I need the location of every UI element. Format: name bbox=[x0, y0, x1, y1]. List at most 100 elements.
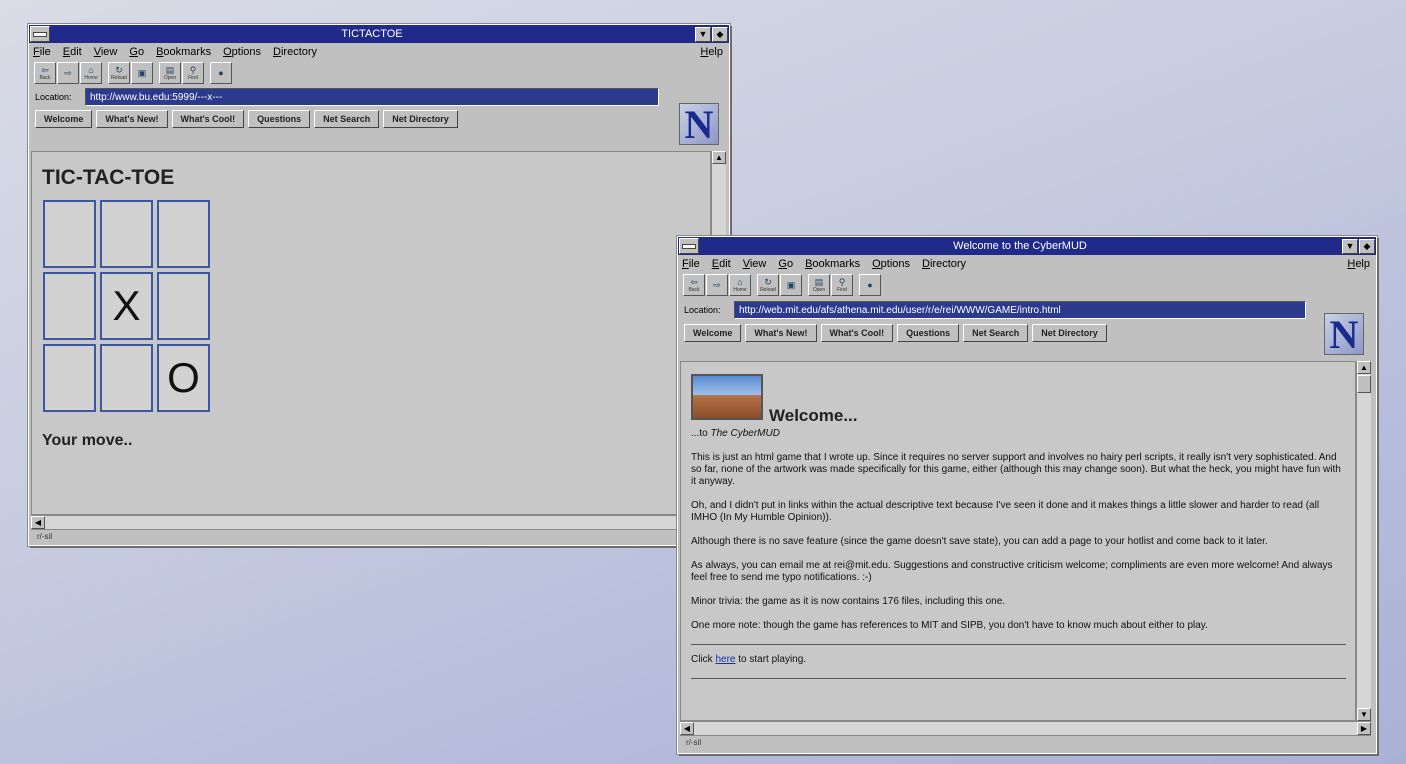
forward-button[interactable]: ⇨ bbox=[706, 274, 728, 296]
images-icon: ▣ bbox=[137, 67, 147, 78]
divider bbox=[691, 644, 1346, 646]
menu-go[interactable]: Go bbox=[778, 258, 793, 270]
board-cell[interactable] bbox=[43, 272, 96, 340]
questions-button[interactable]: Questions bbox=[248, 110, 311, 128]
menu-file[interactable]: File bbox=[682, 258, 700, 270]
scroll-down-arrow[interactable]: ▼ bbox=[1357, 708, 1371, 721]
board-cell[interactable] bbox=[157, 200, 210, 268]
menu-view[interactable]: View bbox=[743, 258, 767, 270]
system-menu-button[interactable] bbox=[679, 238, 699, 254]
reload-label: Reload bbox=[111, 74, 127, 81]
horizontal-scrollbar[interactable]: ◀ ▶ bbox=[680, 721, 1371, 735]
stop-button[interactable]: ● bbox=[859, 274, 881, 296]
vertical-scrollbar[interactable]: ▲ ▼ bbox=[1356, 361, 1371, 721]
net-directory-button[interactable]: Net Directory bbox=[383, 110, 458, 128]
maximize-button[interactable]: ◆ bbox=[712, 26, 728, 42]
back-button[interactable]: ⇦ Back bbox=[34, 62, 56, 84]
title-bar[interactable]: Welcome to the CyberMUD ▼ ◆ bbox=[678, 237, 1376, 255]
whats-new-button[interactable]: What's New! bbox=[745, 324, 817, 342]
whats-cool-button[interactable]: What's Cool! bbox=[820, 324, 894, 342]
open-label: Open bbox=[163, 74, 177, 81]
forward-icon: ⇨ bbox=[64, 67, 72, 78]
scroll-thumb[interactable] bbox=[1357, 375, 1371, 393]
open-label: Open bbox=[812, 286, 826, 293]
find-button[interactable]: ⚲ Find bbox=[182, 62, 204, 84]
scroll-left-arrow[interactable]: ◀ bbox=[31, 516, 45, 529]
netscape-logo[interactable]: N bbox=[1324, 312, 1364, 357]
board-cell[interactable] bbox=[43, 200, 96, 268]
menu-go[interactable]: Go bbox=[129, 46, 144, 58]
menu-edit[interactable]: Edit bbox=[63, 46, 82, 58]
menu-bar: File Edit View Go Bookmarks Options Dire… bbox=[678, 255, 1376, 272]
menu-options[interactable]: Options bbox=[872, 258, 910, 270]
reload-label: Reload bbox=[760, 286, 776, 293]
menu-options[interactable]: Options bbox=[223, 46, 261, 58]
paragraph: Oh, and I didn't put in links within the… bbox=[691, 500, 1320, 523]
location-field[interactable]: http://web.mit.edu/afs/athena.mit.edu/us… bbox=[734, 301, 1306, 319]
net-search-button[interactable]: Net Search bbox=[314, 110, 380, 128]
title-bar[interactable]: TICTACTOE ▼ ◆ bbox=[29, 25, 729, 43]
click-suffix: to start playing. bbox=[738, 654, 807, 665]
back-label: Back bbox=[688, 286, 700, 293]
back-icon: ⇦ bbox=[41, 64, 49, 75]
reload-icon: ↻ bbox=[764, 276, 772, 287]
forward-button[interactable]: ⇨ bbox=[57, 62, 79, 84]
board-cell[interactable] bbox=[157, 272, 210, 340]
welcome-button[interactable]: Welcome bbox=[35, 110, 93, 128]
whats-new-button[interactable]: What's New! bbox=[96, 110, 168, 128]
open-button[interactable]: ▤ Open bbox=[808, 274, 830, 296]
board-cell[interactable] bbox=[100, 200, 153, 268]
netscape-logo[interactable]: N bbox=[679, 102, 719, 147]
board-cell[interactable] bbox=[43, 344, 96, 412]
images-button[interactable]: ▣ bbox=[131, 62, 153, 84]
menu-help[interactable]: Help bbox=[700, 46, 723, 58]
scroll-up-arrow[interactable]: ▲ bbox=[712, 151, 726, 164]
scroll-up-arrow[interactable]: ▲ bbox=[1357, 361, 1371, 374]
paragraph: Although there is no save feature (since… bbox=[691, 536, 1268, 547]
board-cell[interactable]: O bbox=[157, 344, 210, 412]
start-playing-link[interactable]: here bbox=[715, 654, 735, 665]
minimize-button[interactable]: ▼ bbox=[1342, 238, 1358, 254]
paragraph: This is just an html game that I wrote u… bbox=[691, 452, 1341, 487]
window-title: TICTACTOE bbox=[341, 28, 403, 40]
scroll-right-arrow[interactable]: ▶ bbox=[1357, 722, 1371, 735]
page-content: TIC-TAC-TOE X O Your move.. bbox=[31, 151, 711, 515]
scroll-left-arrow[interactable]: ◀ bbox=[680, 722, 694, 735]
open-button[interactable]: ▤ Open bbox=[159, 62, 181, 84]
whats-cool-button[interactable]: What's Cool! bbox=[171, 110, 245, 128]
menu-file[interactable]: File bbox=[33, 46, 51, 58]
home-button[interactable]: ⌂ Home bbox=[729, 274, 751, 296]
find-label: Find bbox=[837, 286, 847, 293]
intro-prefix: ...to bbox=[691, 428, 708, 439]
reload-button[interactable]: ↻ Reload bbox=[108, 62, 130, 84]
reload-button[interactable]: ↻ Reload bbox=[757, 274, 779, 296]
system-menu-button[interactable] bbox=[30, 26, 50, 42]
net-directory-button[interactable]: Net Directory bbox=[1032, 324, 1107, 342]
find-button[interactable]: ⚲ Find bbox=[831, 274, 853, 296]
menu-view[interactable]: View bbox=[94, 46, 118, 58]
minimize-button[interactable]: ▼ bbox=[695, 26, 711, 42]
questions-button[interactable]: Questions bbox=[897, 324, 960, 342]
menu-bookmarks[interactable]: Bookmarks bbox=[156, 46, 211, 58]
horizontal-scrollbar[interactable]: ◀ bbox=[31, 515, 726, 529]
images-button[interactable]: ▣ bbox=[780, 274, 802, 296]
board-cell[interactable]: X bbox=[100, 272, 153, 340]
intro-name: The CyberMUD bbox=[710, 428, 780, 439]
tictactoe-board: X O bbox=[43, 200, 210, 412]
board-cell[interactable] bbox=[100, 344, 153, 412]
back-button[interactable]: ⇦ Back bbox=[683, 274, 705, 296]
find-icon: ⚲ bbox=[838, 276, 846, 287]
welcome-button[interactable]: Welcome bbox=[684, 324, 742, 342]
maximize-button[interactable]: ◆ bbox=[1359, 238, 1375, 254]
menu-directory[interactable]: Directory bbox=[273, 46, 317, 58]
cybermud-window: Welcome to the CyberMUD ▼ ◆ File Edit Vi… bbox=[677, 236, 1377, 754]
net-search-button[interactable]: Net Search bbox=[963, 324, 1029, 342]
stop-button[interactable]: ● bbox=[210, 62, 232, 84]
menu-edit[interactable]: Edit bbox=[712, 258, 731, 270]
toolbar: ⇦ Back ⇨ ⌂ Home ↻ Reload ▣ ▤ Open ⚲ Find ● bbox=[29, 60, 729, 86]
location-field[interactable]: http://www.bu.edu:5999/---x--- bbox=[85, 88, 659, 106]
menu-bookmarks[interactable]: Bookmarks bbox=[805, 258, 860, 270]
menu-directory[interactable]: Directory bbox=[922, 258, 966, 270]
menu-help[interactable]: Help bbox=[1347, 258, 1370, 270]
home-button[interactable]: ⌂ Home bbox=[80, 62, 102, 84]
